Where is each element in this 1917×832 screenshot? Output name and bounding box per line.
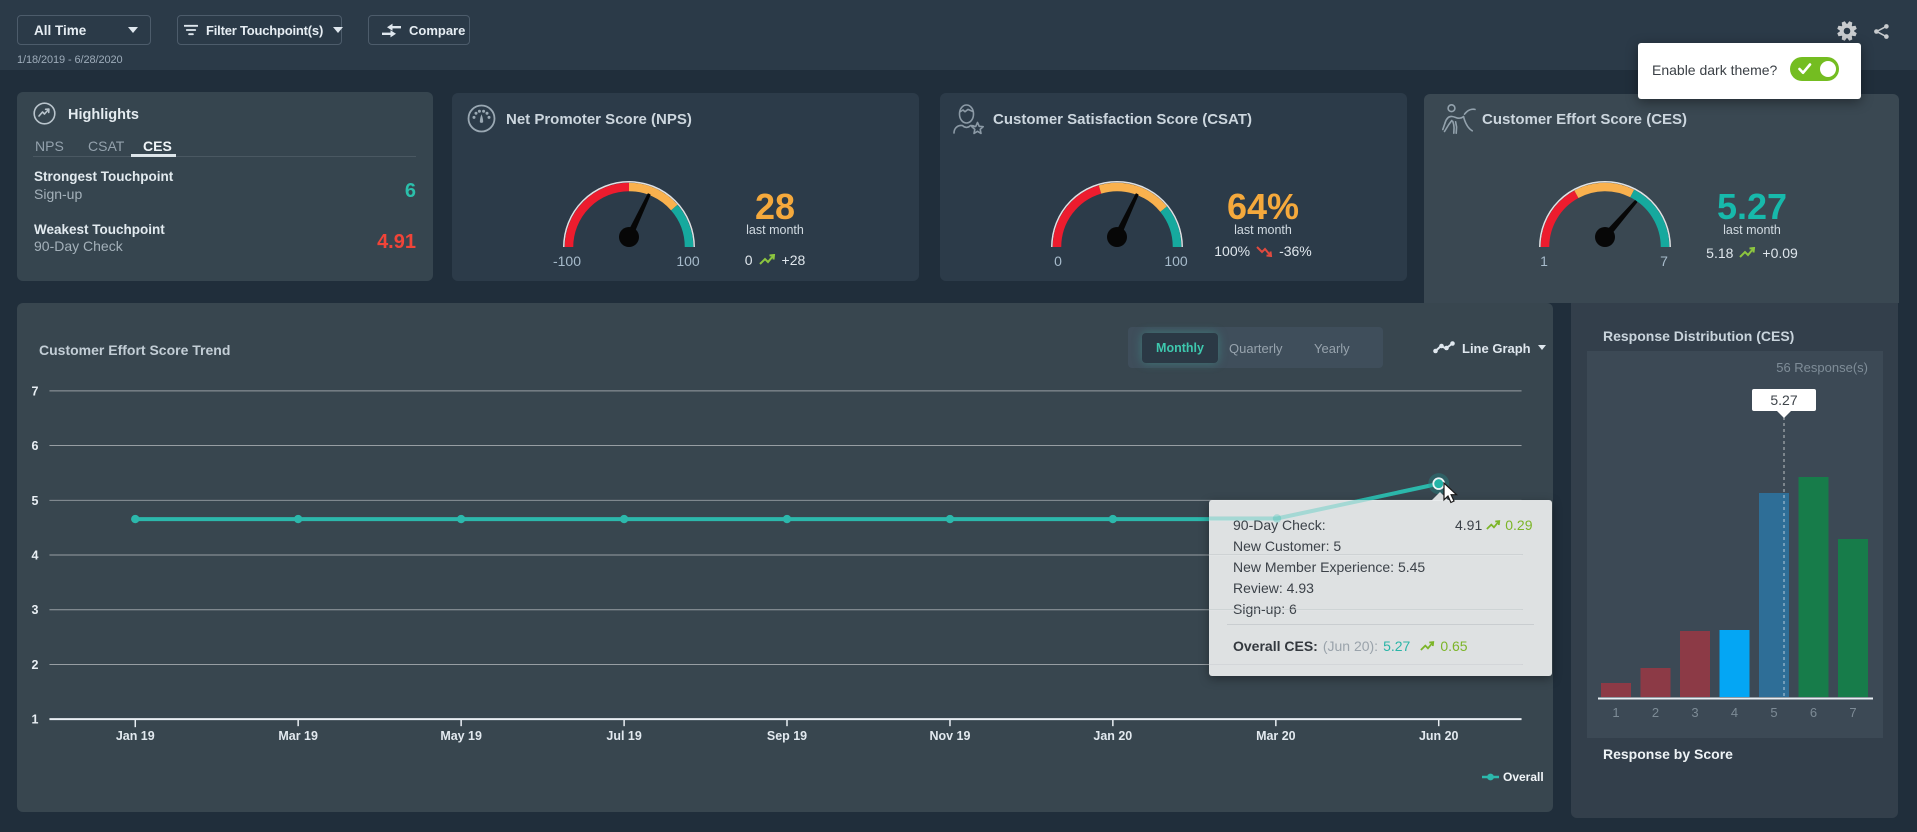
svg-text:7: 7: [32, 384, 39, 398]
svg-text:Jul 19: Jul 19: [606, 729, 641, 743]
svg-text:4: 4: [32, 548, 39, 562]
svg-text:1: 1: [32, 713, 39, 727]
svg-text:Jun 20: Jun 20: [1419, 729, 1459, 743]
svg-text:3: 3: [1691, 705, 1698, 720]
svg-text:2: 2: [32, 658, 39, 672]
svg-text:Jan 19: Jan 19: [116, 729, 155, 743]
svg-text:Mar 19: Mar 19: [278, 729, 318, 743]
svg-text:5.27: 5.27: [1770, 392, 1797, 408]
svg-text:Jan 20: Jan 20: [1093, 729, 1132, 743]
svg-text:6: 6: [32, 439, 39, 453]
svg-text:1: 1: [1612, 705, 1619, 720]
svg-text:May 19: May 19: [440, 729, 482, 743]
svg-text:5: 5: [1770, 705, 1777, 720]
svg-text:Mar 20: Mar 20: [1256, 729, 1296, 743]
svg-text:2: 2: [1652, 705, 1659, 720]
svg-text:5: 5: [32, 494, 39, 508]
svg-text:7: 7: [1849, 705, 1856, 720]
svg-text:4: 4: [1731, 705, 1738, 720]
svg-text:Sep 19: Sep 19: [767, 729, 807, 743]
svg-text:6: 6: [1810, 705, 1817, 720]
svg-text:Nov 19: Nov 19: [930, 729, 971, 743]
svg-text:3: 3: [32, 603, 39, 617]
